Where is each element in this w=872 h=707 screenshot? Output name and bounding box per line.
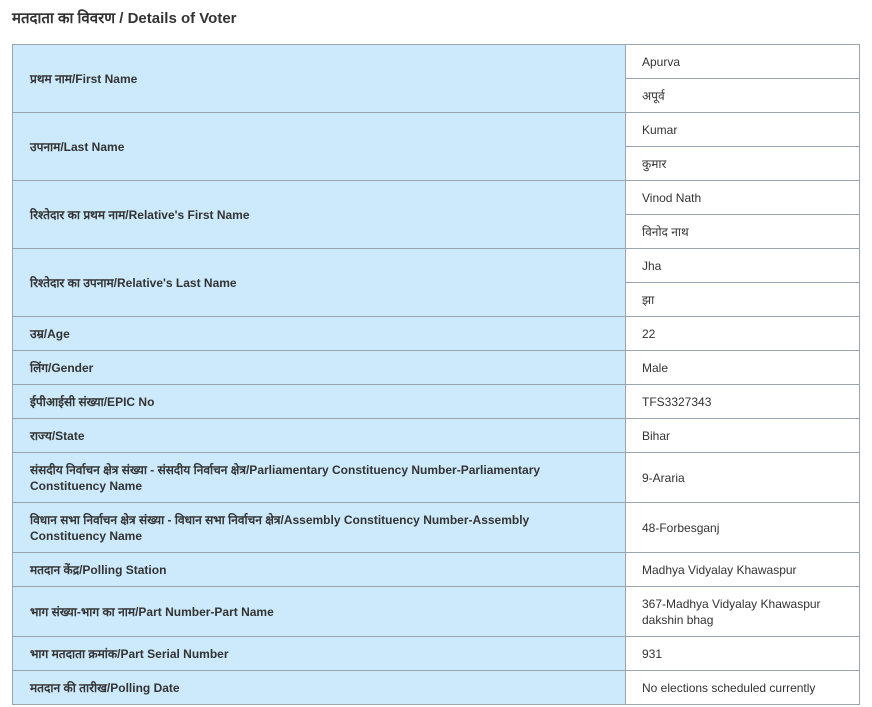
field-value: Vinod Nath	[625, 180, 860, 215]
field-value: Apurva	[625, 44, 860, 79]
field-label: ईपीआईसी संख्या/EPIC No	[12, 384, 626, 419]
field-label: उम्र/Age	[12, 316, 626, 351]
field-value: 9-Araria	[625, 452, 860, 503]
table-row-relative-s-first-name: रिश्तेदार का प्रथम नाम/Relative's First …	[12, 180, 860, 249]
field-label: रिश्तेदार का उपनाम/Relative's Last Name	[12, 248, 626, 317]
field-value: कुमार	[625, 146, 860, 181]
field-value: TFS3327343	[625, 384, 860, 419]
field-label: मतदान की तारीख/Polling Date	[12, 670, 626, 705]
voter-details-table: प्रथम नाम/First Name Apurva अपूर्व उपनाम/La…	[12, 44, 860, 705]
table-row-parliamentary-constituency-number-parliamentary-constituency-name: संसदीय निर्वाचन क्षेत्र संख्या - संसदीय …	[12, 452, 860, 503]
field-value: Madhya Vidyalay Khawaspur	[625, 552, 860, 587]
field-label: राज्य/State	[12, 418, 626, 453]
field-value: Male	[625, 350, 860, 385]
field-value: Jha	[625, 248, 860, 283]
field-value: Kumar	[625, 112, 860, 147]
field-value: अपूर्व	[625, 78, 860, 113]
field-value: 931	[625, 636, 860, 671]
field-value: No elections scheduled currently	[625, 670, 860, 705]
table-row-part-number-part-name: भाग संख्या-भाग का नाम/Part Number-Part N…	[12, 586, 860, 637]
field-label: संसदीय निर्वाचन क्षेत्र संख्या - संसदीय …	[12, 452, 626, 503]
table-row-first-name: प्रथम नाम/First Name Apurva	[12, 44, 860, 113]
page-title: मतदाता का विवरण / Details of Voter	[12, 10, 237, 27]
field-label: भाग संख्या-भाग का नाम/Part Number-Part N…	[12, 586, 626, 637]
field-value: झा	[625, 282, 860, 317]
table-row-epic-no: ईपीआईसी संख्या/EPIC No TFS3327343	[12, 384, 860, 419]
field-value: 367-Madhya Vidyalay Khawaspur dakshin bh…	[625, 586, 860, 637]
field-label: रिश्तेदार का प्रथम नाम/Relative's First …	[12, 180, 626, 249]
table-row-assembly-constituency-number-assembly-constituency-name: विधान सभा निर्वाचन क्षेत्र संख्या - विधा…	[12, 502, 860, 553]
table-row-last-name: उपनाम/Last Name Kumar	[12, 112, 860, 181]
table-row-state: राज्य/State Bihar	[12, 418, 860, 453]
field-value: 22	[625, 316, 860, 351]
table-row-age: उम्र/Age 22	[12, 316, 860, 351]
field-value: विनोद नाथ	[625, 214, 860, 249]
table-row-polling-station: मतदान केंद्र/Polling Station Madhya Vidya…	[12, 552, 860, 587]
table-row-relative-s-last-name: रिश्तेदार का उपनाम/Relative's Last Name J…	[12, 248, 860, 317]
field-value: Bihar	[625, 418, 860, 453]
field-label: विधान सभा निर्वाचन क्षेत्र संख्या - विधा…	[12, 502, 626, 553]
table-row-polling-date: मतदान की तारीख/Polling Date No elections …	[12, 670, 860, 705]
field-label: उपनाम/Last Name	[12, 112, 626, 181]
field-label: मतदान केंद्र/Polling Station	[12, 552, 626, 587]
field-label: भाग मतदाता क्रमांक/Part Serial Number	[12, 636, 626, 671]
field-value: 48-Forbesganj	[625, 502, 860, 553]
field-label: प्रथम नाम/First Name	[12, 44, 626, 113]
field-label: लिंग/Gender	[12, 350, 626, 385]
table-row-gender: लिंग/Gender Male	[12, 350, 860, 385]
table-row-part-serial-number: भाग मतदाता क्रमांक/Part Serial Number 931	[12, 636, 860, 671]
